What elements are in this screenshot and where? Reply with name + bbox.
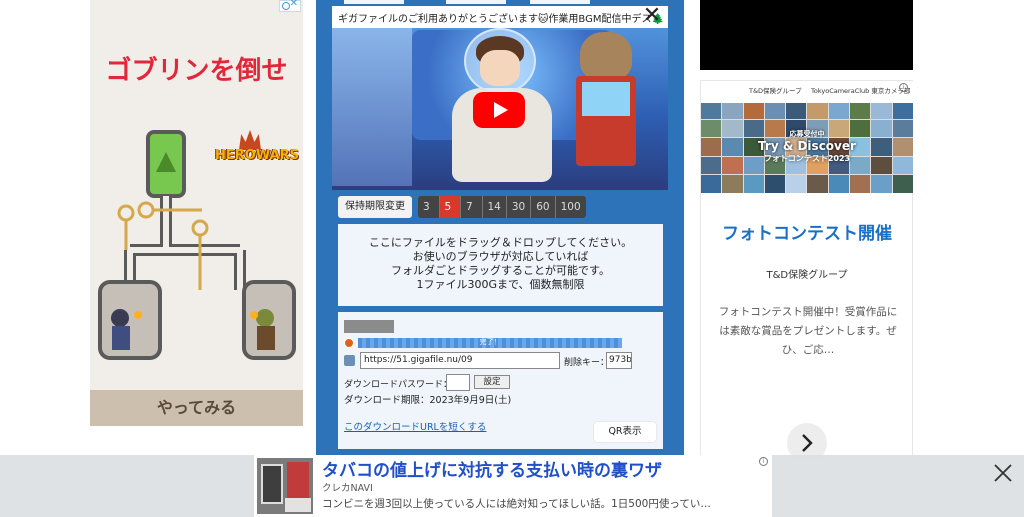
retention-option-60[interactable]: 60日 <box>531 196 556 235</box>
sponsor-tcc-logo: TokyoCameraClub 東京カメラ部 <box>811 87 911 95</box>
upload-result: 完了！ https://51.gigafile.nu/09 削除キー： 973b… <box>338 312 663 449</box>
close-icon[interactable] <box>992 462 1014 484</box>
close-icon[interactable]: ✕ <box>642 6 662 28</box>
retention-option-14[interactable]: 14日 <box>483 196 507 235</box>
ad-info-icon[interactable]: i <box>899 83 908 92</box>
retention-change-button[interactable]: 保持期限変更 <box>338 196 412 218</box>
drop-instruction-1: ここにファイルをドラッグ＆ドロップしてください。 <box>368 236 633 249</box>
ad-description: フォトコンテスト開催中！受賞作品には素敵な賞品をプレゼントします。ぜひ、ご応… <box>718 306 898 356</box>
file-drop-zone[interactable]: ここにファイルをドラッグ＆ドロップしてください。 お使いのブラウザが対応していれ… <box>338 224 663 306</box>
video-caption-bar: ギガファイルのご利用ありがとうございます🐱作業用BGM配信中デス🌲 ✕ <box>332 6 668 28</box>
sponsor-td-logo: T&D保険グループ <box>749 87 802 95</box>
download-expiry: ダウンロード期限：2023年9月9日(土) <box>344 395 512 406</box>
qr-display-button[interactable]: QR表示 <box>594 422 656 442</box>
progress-status: 完了！ <box>479 338 501 346</box>
top-tabs <box>334 0 664 4</box>
ad-sponsor: T&D保険グループ <box>766 270 848 281</box>
left-game-ad[interactable]: ✕ ゴブリンを倒せ HEROWARS やってみる <box>90 0 303 426</box>
youtube-play-icon[interactable] <box>473 92 525 128</box>
retention-option-7[interactable]: 7日 <box>461 196 483 235</box>
file-name-redacted <box>344 320 394 333</box>
retention-days: 3日 5日 7日 14日 30日 60日 100日 <box>418 196 586 235</box>
ad-headline[interactable]: フォトコンテスト開催 <box>701 219 913 244</box>
video-thumbnail[interactable]: ギガファイルのご利用ありがとうございます🐱作業用BGM配信中デス🌲 ✕ <box>332 6 668 190</box>
chevron-right-icon <box>802 434 813 452</box>
retention-option-30[interactable]: 30日 <box>507 196 532 235</box>
computer-illustration <box>576 76 636 166</box>
bottom-ad-description: コンビニを週3回以上使っている人には絶対知ってほしい話。1日500円使ってい… <box>322 498 711 510</box>
right-photo-contest-ad[interactable]: T&D保険グループ TokyoCameraClub 東京カメラ部 応募受付中 T… <box>700 80 913 463</box>
right-top-ad-slot <box>700 0 913 70</box>
bottom-ad-source: クレカNAVI <box>322 483 373 494</box>
password-label: ダウンロードパスワード： <box>344 380 453 390</box>
page: ✕ ゴブリンを倒せ HEROWARS やってみる ギガファイルのご利用ありがとう… <box>0 0 1024 517</box>
retention-option-100[interactable]: 100日 <box>556 196 586 235</box>
upload-panel: ギガファイルのご利用ありがとうございます🐱作業用BGM配信中デス🌲 ✕ 保持期限… <box>316 0 684 455</box>
cat-illustration <box>580 32 632 80</box>
delete-key-field[interactable]: 973b <box>606 352 632 369</box>
play-now-button[interactable]: やってみる <box>90 390 303 426</box>
delete-key-label: 削除キー： <box>564 358 610 368</box>
retention-option-3[interactable]: 3日 <box>418 196 440 235</box>
upload-progress-bar: 完了！ <box>358 338 622 348</box>
password-set-button[interactable]: 設定 <box>474 375 510 389</box>
drop-instruction-2: お使いのブラウザが対応していれば <box>412 250 589 263</box>
bottom-ad-title[interactable]: タバコの値上げに対抗する支払い時の裏ワザ <box>322 456 662 481</box>
password-field[interactable] <box>446 374 470 391</box>
download-url-field[interactable]: https://51.gigafile.nu/09 <box>360 352 560 369</box>
ad-info-icon[interactable]: i <box>759 457 768 466</box>
stop-icon[interactable] <box>344 338 354 348</box>
retention-option-5[interactable]: 5日 <box>439 196 461 235</box>
link-icon <box>344 355 355 366</box>
drop-instruction-3: フォルダごとドラッグすることが可能です。 <box>391 264 610 277</box>
shorten-url-link[interactable]: このダウンロードURLを短くする <box>344 419 486 433</box>
ad-thumbnail <box>257 458 313 514</box>
drop-instruction-4: 1ファイル300Gまで、個数無制限 <box>416 278 585 291</box>
video-caption: ギガファイルのご利用ありがとうございます🐱作業用BGM配信中デス🌲 <box>338 14 664 25</box>
bottom-ad[interactable]: タバコの値上げに対抗する支払い時の裏ワザ クレカNAVI コンビニを週3回以上使… <box>254 455 772 517</box>
ad-sponsor-header: T&D保険グループ TokyoCameraClub 東京カメラ部 <box>701 81 913 103</box>
contest-banner: 応募受付中 Try & Discover フォトコンテスト2023 <box>758 130 856 163</box>
